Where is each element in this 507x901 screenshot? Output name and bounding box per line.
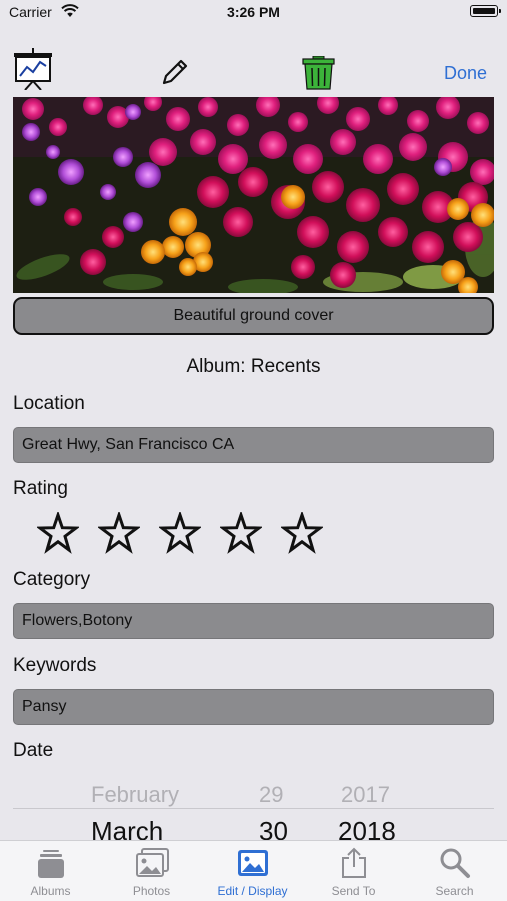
location-label: Location <box>13 393 85 414</box>
album-label: Album: Recents <box>186 356 321 377</box>
slideshow-button[interactable] <box>13 48 53 95</box>
photos-icon <box>135 848 169 877</box>
star-2-icon[interactable] <box>98 512 140 554</box>
rating-label: Rating <box>13 478 68 499</box>
date-label: Date <box>13 740 54 761</box>
star-4-icon[interactable] <box>220 512 262 554</box>
pencil-icon <box>162 59 188 85</box>
trash-icon <box>302 55 335 90</box>
tab-photos[interactable]: Photos <box>101 841 202 901</box>
picker-prev-month[interactable]: February <box>91 782 179 808</box>
tab-edit-display[interactable]: Edit / Display <box>202 841 303 901</box>
photo-image[interactable] <box>13 97 494 293</box>
done-button[interactable]: Done <box>444 63 487 84</box>
search-icon <box>440 848 470 878</box>
category-label: Category <box>13 569 91 590</box>
albums-icon <box>37 850 64 878</box>
caption-button[interactable]: Beautiful ground cover <box>13 297 494 335</box>
tab-send-to[interactable]: Send To <box>303 841 404 901</box>
keywords-field[interactable]: Pansy <box>13 689 494 725</box>
star-3-icon[interactable] <box>159 512 201 554</box>
picker-prev-year[interactable]: 2017 <box>341 782 390 808</box>
presentation-chart-icon <box>14 48 52 91</box>
battery-icon <box>470 5 501 17</box>
picker-month[interactable]: March <box>91 816 163 842</box>
tab-bar: Albums Photos Edit / Display Send To Sea… <box>0 840 507 901</box>
star-1-icon[interactable] <box>37 512 79 554</box>
rating-stars <box>37 512 323 558</box>
tab-edit-display-label: Edit / Display <box>217 884 288 898</box>
photo-toolbar: Done <box>0 44 507 94</box>
tab-search[interactable]: Search <box>404 841 505 901</box>
star-5-icon[interactable] <box>281 512 323 554</box>
category-field[interactable]: Flowers,Botony <box>13 603 494 639</box>
location-field[interactable]: Great Hwy, San Francisco CA <box>13 427 494 463</box>
edit-display-icon <box>237 850 268 876</box>
tab-albums-label: Albums <box>30 884 71 898</box>
edit-button[interactable] <box>161 58 189 91</box>
tab-albums[interactable]: Albums <box>0 841 101 901</box>
tab-photos-label: Photos <box>132 884 171 898</box>
picker-prev-day[interactable]: 29 <box>259 782 283 808</box>
status-time: 3:26 PM <box>227 4 280 20</box>
date-picker[interactable]: February 29 2017 March 30 2018 <box>13 770 494 842</box>
keywords-label: Keywords <box>13 655 97 676</box>
status-bar: Carrier 3:26 PM <box>0 0 507 26</box>
picker-day[interactable]: 30 <box>259 816 288 842</box>
share-icon <box>341 847 366 878</box>
picker-year[interactable]: 2018 <box>338 816 396 842</box>
tab-search-label: Search <box>435 884 474 898</box>
tab-send-to-label: Send To <box>331 884 376 898</box>
delete-button[interactable] <box>302 55 335 95</box>
picker-selection-line <box>13 808 494 809</box>
